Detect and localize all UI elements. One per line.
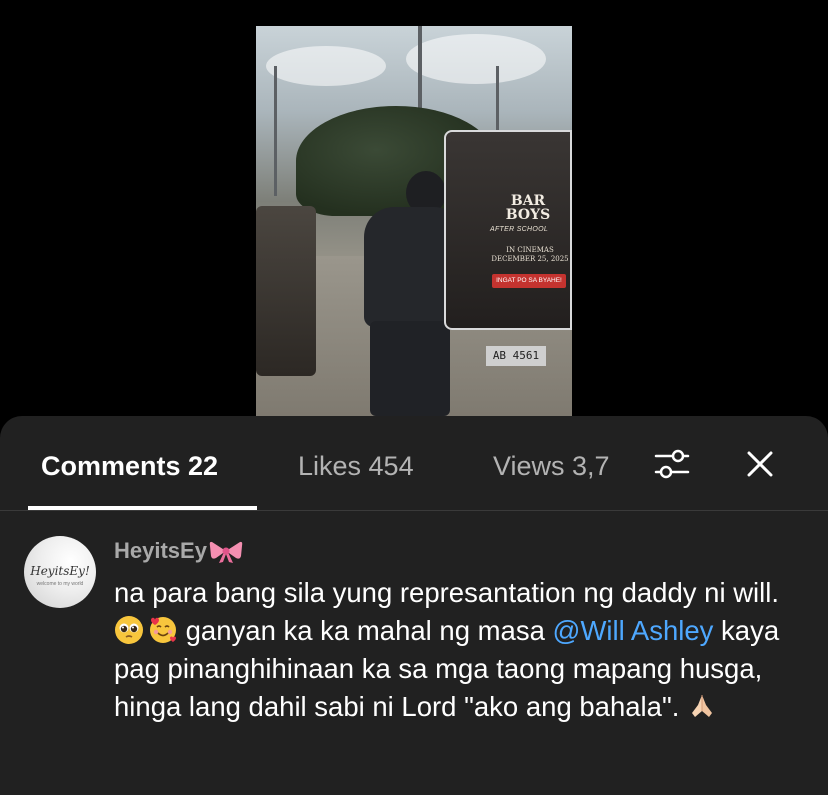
close-icon (747, 451, 773, 477)
cloud (406, 34, 546, 84)
license-plate: AB 4561 (486, 346, 546, 366)
ribbon-bow-icon (209, 538, 243, 564)
cloud (266, 46, 386, 86)
folded-hands-icon (687, 691, 717, 721)
lamp-pole (418, 26, 422, 116)
video-frame[interactable]: BAR BOYS AFTER SCHOOL IN CINEMAS DECEMBE… (256, 26, 572, 416)
poster-tagline: INGAT PO SA BYAHE! (492, 274, 566, 288)
filter-sliders-icon (654, 449, 690, 479)
pleading-face-icon (114, 615, 144, 645)
avatar-logo-subtext: welcome to my world (36, 581, 84, 587)
poster-subtitle: AFTER SCHOOL (490, 226, 549, 233)
username[interactable]: HeyitsEy (114, 538, 207, 563)
mention-link[interactable]: @Will Ashley (553, 615, 714, 646)
tab-overflow-fade (620, 436, 650, 496)
tab-bar: Comments 22 Likes 454 Views 3,7 (0, 416, 828, 511)
smiling-face-with-hearts-icon (148, 615, 178, 645)
person-legs (370, 321, 450, 416)
poster-title-line1: BAR (510, 193, 546, 209)
comment-text-part1: na para bang sila yung represantation ng… (114, 577, 780, 608)
movie-poster: BAR BOYS AFTER SCHOOL IN CINEMAS DECEMBE… (444, 130, 572, 330)
close-button[interactable] (736, 440, 784, 488)
filter-button[interactable] (648, 440, 696, 488)
tab-views[interactable]: Views 3,7 (493, 448, 610, 484)
tab-comments[interactable]: Comments 22 (41, 448, 218, 484)
poster-date-line1: IN CINEMAS (506, 246, 554, 254)
person-figure (334, 171, 464, 416)
poster-title-line2: BOYS (505, 207, 551, 223)
avatar-logo-text: HeyitsEy! (30, 564, 90, 578)
poster-date: IN CINEMAS DECEMBER 25, 2025 (490, 246, 570, 264)
comments-sheet: Comments 22 Likes 454 Views 3,7 HeyitsEy… (0, 416, 828, 795)
tricycle-left (256, 206, 316, 376)
username-row: HeyitsEy (114, 536, 243, 566)
comment-text-part2: ganyan ka ka mahal ng masa (178, 615, 553, 646)
tab-likes[interactable]: Likes 454 (298, 448, 414, 484)
video-player[interactable]: BAR BOYS AFTER SCHOOL IN CINEMAS DECEMBE… (0, 0, 828, 416)
lamp-pole (274, 66, 277, 196)
comment-item[interactable]: HeyitsEy! welcome to my world HeyitsEy n… (0, 510, 828, 795)
avatar[interactable]: HeyitsEy! welcome to my world (24, 536, 96, 608)
comment-text: na para bang sila yung represantation ng… (114, 574, 804, 726)
poster-date-line2: DECEMBER 25, 2025 (491, 255, 569, 263)
poster-title: BAR BOYS (488, 194, 568, 222)
lamp-pole (496, 66, 499, 136)
